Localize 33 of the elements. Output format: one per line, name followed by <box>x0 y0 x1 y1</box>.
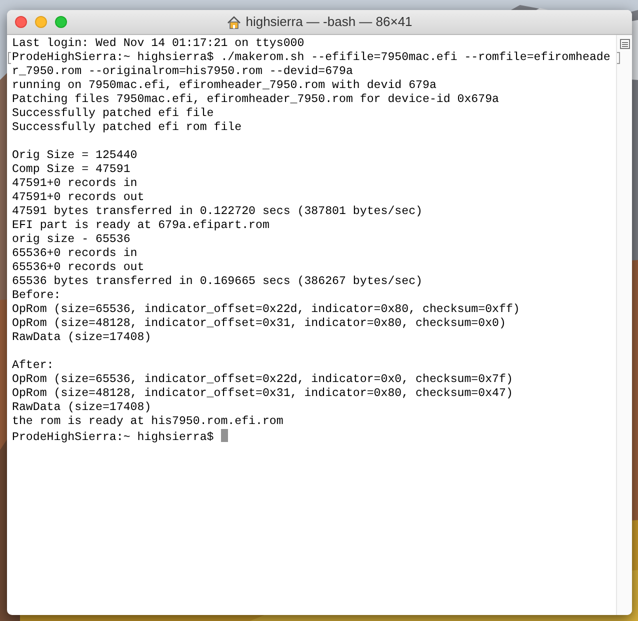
terminal-line: ProdeHighSierra:~ highsierra$ ./makerom.sh --efifile=7950mac.efi --romfile=efiromheade <box>12 51 610 64</box>
terminal-line: Last login: Wed Nov 14 01:17:21 on ttys000 <box>12 37 304 50</box>
home-icon <box>226 16 241 28</box>
terminal-line: Patching files 7950mac.efi, efiromheader_7950.rom for device-id 0x679a <box>12 93 500 106</box>
terminal-line: Before: <box>12 289 61 302</box>
terminal-line: OpRom (size=48128, indicator_offset=0x31, indicator=0x80, checksum=0x0) <box>12 317 506 330</box>
terminal-line: 47591+0 records in <box>12 177 138 190</box>
terminal-line: RawData (size=17408) <box>12 401 152 414</box>
terminal-line: OpRom (size=65536, indicator_offset=0x22d, indicator=0x80, checksum=0xff) <box>12 303 520 316</box>
terminal-line: running on 7950mac.efi, efiromheader_7950.rom with devid 679a <box>12 79 436 92</box>
terminal-line: Comp Size = 47591 <box>12 163 130 176</box>
terminal-line: OpRom (size=65536, indicator_offset=0x22d, indicator=0x0, checksum=0x7f) <box>12 373 513 386</box>
terminal-line: After: <box>12 359 54 372</box>
terminal-line: Orig Size = 125440 <box>12 149 138 162</box>
terminal-line: 65536+0 records out <box>12 261 144 274</box>
terminal-line: orig size - 65536 <box>12 233 130 246</box>
terminal-line: 65536 bytes transferred in 0.169665 secs (386267 bytes/sec) <box>12 275 422 288</box>
terminal-line: Successfully patched efi rom file <box>12 121 242 134</box>
terminal-line: 65536+0 records in <box>12 247 138 260</box>
terminal-line: Successfully patched efi file <box>12 107 214 120</box>
terminal-line: 47591 bytes transferred in 0.122720 secs (387801 bytes/sec) <box>12 205 422 218</box>
window-title: highsierra — -bash — 86×41 <box>246 13 412 32</box>
terminal-line: 47591+0 records out <box>12 191 144 204</box>
zoom-button[interactable] <box>55 16 67 28</box>
terminal-line: RawData (size=17408) <box>12 331 152 344</box>
terminal-line: EFI part is ready at 679a.efipart.rom <box>12 219 270 232</box>
terminal-line: the rom is ready at his7950.rom.efi.rom <box>12 415 284 428</box>
close-button[interactable] <box>15 16 27 28</box>
list-icon[interactable] <box>620 39 630 49</box>
minimize-button[interactable] <box>35 16 47 28</box>
shell-prompt: ProdeHighSierra:~ highsierra$ <box>12 431 214 444</box>
terminal-line: OpRom (size=48128, indicator_offset=0x31, indicator=0x80, checksum=0x47) <box>12 387 513 400</box>
terminal-line: r_7950.rom --originalrom=his7950.rom --devid=679a <box>12 65 353 78</box>
